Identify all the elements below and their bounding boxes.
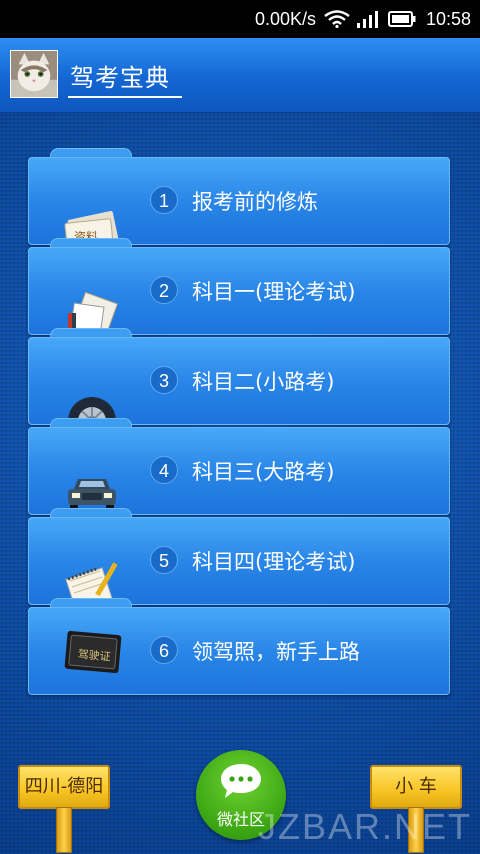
- page-title: 驾考宝典: [70, 64, 170, 92]
- vehicle-type-button[interactable]: 小 车: [370, 765, 462, 809]
- signal-icon: [357, 11, 378, 28]
- clock: 10:58: [425, 9, 471, 29]
- menu-item-prep[interactable]: 资料 1 报考前的修炼: [28, 148, 450, 245]
- menu-item-number: 1: [150, 186, 178, 214]
- watermark: JZBAR.NET: [257, 806, 472, 847]
- menu-item-label: 科目二(小路考): [192, 370, 335, 394]
- location-button[interactable]: 四川-德阳: [18, 765, 110, 809]
- menu-item-subject-one[interactable]: 2 科目一(理论考试): [28, 238, 450, 335]
- menu-item-label: 科目一(理论考试): [192, 280, 356, 304]
- license-icon: 驾驶证: [64, 630, 122, 674]
- svg-text:驾驶证: 驾驶证: [77, 647, 111, 664]
- menu-item-label: 领驾照，新手上路: [192, 640, 360, 664]
- menu-item-number: 4: [150, 456, 178, 484]
- menu-item-number: 2: [150, 276, 178, 304]
- battery-icon: [388, 11, 416, 27]
- app-header: 驾考宝典: [0, 38, 480, 113]
- menu-item-subject-three[interactable]: 4 科目三(大路考): [28, 418, 450, 515]
- network-speed: 0.00K/s: [254, 9, 316, 29]
- status-bar: 0.00K/s 10:58: [0, 0, 480, 38]
- wifi-icon: [324, 10, 350, 28]
- signpost-pole: [56, 807, 72, 853]
- menu-item-number: 3: [150, 366, 178, 394]
- cat-avatar-icon[interactable]: [10, 50, 58, 98]
- main-content: 资料 1 报考前的修炼 2 科目一(理论考试) 3 科目二(小路考) 4 科目三…: [0, 113, 480, 854]
- menu-item-number: 6: [150, 636, 178, 664]
- menu-item-subject-four[interactable]: 5 科目四(理论考试): [28, 508, 450, 605]
- menu-item-label: 科目四(理论考试): [192, 550, 356, 574]
- chat-bubble-icon: [221, 764, 261, 798]
- menu-item-number: 5: [150, 546, 178, 574]
- menu-item-label: 报考前的修炼: [192, 190, 318, 214]
- menu-item-label: 科目三(大路考): [192, 460, 335, 484]
- menu-item-subject-two[interactable]: 3 科目二(小路考): [28, 328, 450, 425]
- menu-item-license[interactable]: 驾驶证 6 领驾照，新手上路: [28, 598, 450, 695]
- title-underline: [68, 96, 182, 98]
